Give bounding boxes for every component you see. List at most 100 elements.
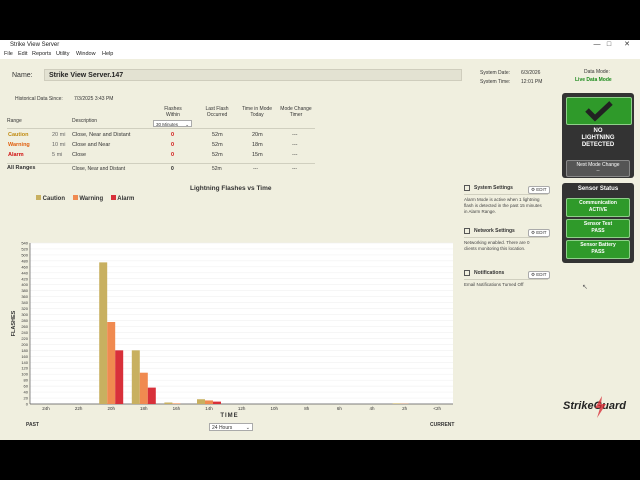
x-tick-label: 4h (369, 406, 375, 411)
sensor-test-button[interactable]: Sensor Test PASS (566, 219, 630, 238)
y-tick-label: 460 (21, 264, 28, 269)
close-button[interactable]: ✕ (620, 40, 634, 50)
next-mode-value: -- (596, 168, 600, 174)
communication-status-button[interactable]: Communication ACTIVE (566, 198, 630, 217)
edit-label: EDIT (536, 272, 547, 277)
menu-window[interactable]: Window (76, 51, 96, 57)
all-ranges-desc: Close, Near and Distant (72, 166, 126, 172)
network-settings-edit-button[interactable]: ⚙ EDIT (528, 229, 550, 237)
chart-range-value: 24 Hours (212, 425, 233, 431)
status-indicator (566, 97, 632, 125)
bar-caution (197, 399, 205, 404)
chart-title: Lightning Flashes vs Time (190, 185, 272, 192)
col-time-in-mode: Time in Mode Today (241, 106, 273, 118)
sensor-test-label: Sensor Test (583, 221, 613, 227)
x-tick-label: 20h (107, 406, 115, 411)
range-mode-timer: --- (292, 152, 298, 158)
range-time-in-mode: 15m (252, 152, 263, 158)
x-tick-label: 22h (75, 406, 83, 411)
network-settings-line-2: clients monitoring this location. (464, 246, 526, 251)
notifications-edit-button[interactable]: ⚙ EDIT (528, 271, 550, 279)
range-distance: 10 mi (52, 142, 66, 148)
system-settings-line-3: in Alarm Range. (464, 209, 497, 214)
sliders-icon (464, 185, 470, 191)
menu-bar: File Edit Reports Utility Window Help (0, 50, 640, 59)
range-mode-timer: --- (292, 132, 298, 138)
no-lightning-line-1: NO (593, 128, 603, 134)
chart-range-select[interactable]: 24 Hours ⌄ (209, 423, 253, 431)
bar-alarm (213, 401, 221, 404)
mail-icon (464, 270, 470, 276)
all-ranges-name: All Ranges (7, 165, 36, 171)
bar-alarm (115, 350, 124, 404)
y-tick-label: 140 (21, 360, 28, 365)
all-ranges-time: --- (253, 166, 258, 172)
data-mode-label: Data Mode: (584, 69, 610, 75)
y-tick-label: 60 (24, 384, 29, 389)
menu-reports[interactable]: Reports (32, 51, 51, 57)
next-mode-change-box: Next Mode Change -- (566, 160, 630, 177)
sensor-battery-value: PASS (591, 249, 605, 255)
maximize-button[interactable]: □ (602, 40, 616, 50)
y-tick-label: 160 (21, 354, 28, 359)
y-tick-label: 360 (21, 294, 28, 299)
bar-alarm (147, 387, 156, 404)
bar-warning (139, 372, 148, 404)
historical-label: Historical Data Since: (15, 96, 63, 102)
range-flashes: 0 (171, 132, 175, 138)
col-last-flash: Last Flash Occurred (205, 106, 229, 118)
edit-label: EDIT (536, 187, 547, 192)
network-settings-title: Network Settings (474, 228, 515, 234)
all-ranges-timer: --- (292, 166, 297, 172)
menu-utility[interactable]: Utility (56, 51, 69, 57)
menu-file[interactable]: File (4, 51, 13, 57)
menu-edit[interactable]: Edit (18, 51, 27, 57)
window-title: Strike View Server (10, 42, 60, 48)
range-name: Alarm (8, 152, 24, 158)
no-lightning-text: NO LIGHTNING DETECTED (562, 128, 634, 149)
y-tick-label: 260 (21, 324, 28, 329)
all-ranges-last: 52m (212, 166, 222, 172)
y-tick-label: 40 (24, 390, 29, 395)
sensor-battery-label: Sensor Battery (580, 242, 616, 248)
range-name: Warning (8, 142, 30, 148)
y-tick-label: 480 (21, 258, 28, 263)
menu-help[interactable]: Help (102, 51, 113, 57)
col-flashes: Flashes Within (164, 106, 182, 118)
range-mode-timer: --- (292, 142, 298, 148)
x-tick-label: 2h (402, 406, 408, 411)
range-flashes: 0 (171, 142, 175, 148)
y-tick-label: 340 (21, 300, 28, 305)
plot-area (30, 243, 453, 404)
x-tick-label: 8h (304, 406, 310, 411)
system-date-label: System Date: (480, 70, 511, 76)
flashes-window-select[interactable]: 30 Minutes ⌄ (153, 120, 192, 127)
app-window: Strike View Server — □ ✕ File Edit Repor… (0, 40, 640, 440)
system-settings-edit-button[interactable]: ⚙ EDIT (528, 186, 550, 194)
x-tick-label: 12h (238, 406, 246, 411)
x-tick-label: 16h (173, 406, 181, 411)
lightning-status-panel: NO LIGHTNING DETECTED Next Mode Change -… (562, 93, 634, 178)
y-tick-label: 180 (21, 348, 28, 353)
flashes-window-value: 30 Minutes (156, 122, 179, 127)
chart-current-label: CURRENT (430, 422, 455, 428)
server-name-field[interactable]: Strike View Server.147 (44, 69, 462, 81)
no-lightning-line-2: LIGHTNING (581, 135, 615, 141)
col-mode-change: Mode Change Timer (280, 106, 312, 118)
sensor-battery-button[interactable]: Sensor Battery PASS (566, 240, 630, 259)
bar-caution (392, 403, 401, 404)
range-name: Caution (8, 132, 29, 138)
range-last-flash: 52m (212, 152, 223, 158)
y-tick-label: 200 (21, 342, 28, 347)
bar-caution (131, 350, 140, 404)
y-axis-label: FLASHES (11, 310, 17, 336)
chevron-down-icon: ⌄ (245, 425, 250, 431)
data-mode-value: Live Data Mode (575, 77, 612, 83)
y-tick-label: 0 (26, 402, 29, 407)
y-tick-label: 540 (21, 241, 28, 246)
mouse-cursor-icon: ↖ (582, 284, 588, 291)
sensor-status-title: Sensor Status (577, 186, 619, 192)
communication-value: ACTIVE (588, 207, 608, 213)
col-description: Description (72, 118, 98, 124)
bar-warning (172, 403, 181, 404)
